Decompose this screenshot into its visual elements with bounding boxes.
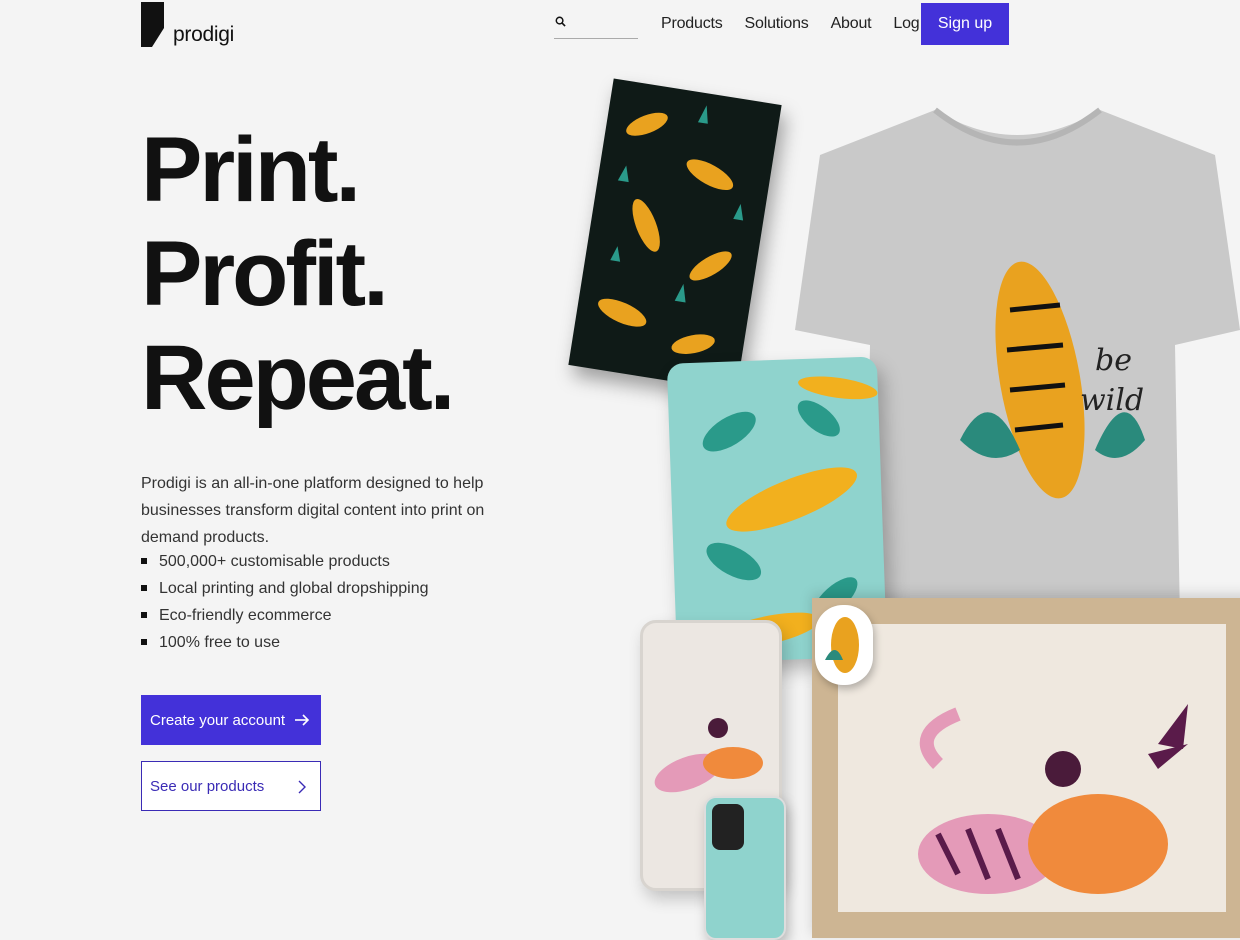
feature-item: 500,000+ customisable products [141, 548, 429, 575]
camera-module [712, 804, 744, 850]
hero-intro: Prodigi is an all-in-one platform design… [141, 475, 485, 546]
hero-headline: Print. Profit. Repeat. [141, 118, 455, 430]
feature-item: 100% free to use [141, 629, 429, 656]
headline-line: Print. [141, 119, 361, 221]
signup-button[interactable]: Sign up [921, 3, 1009, 45]
nav-about[interactable]: About [831, 14, 872, 34]
logo-mark-icon [141, 2, 164, 47]
search-icon [555, 16, 566, 27]
arrow-right-icon [295, 714, 310, 726]
chevron-right-icon [298, 780, 306, 794]
main-nav: Products Solutions About Log in [661, 14, 958, 34]
nav-solutions[interactable]: Solutions [745, 14, 809, 34]
brand-logo[interactable]: prodigi [141, 2, 234, 47]
create-account-button[interactable]: Create your account [141, 695, 321, 745]
tiger-sticker-image [815, 605, 873, 685]
svg-text:wild: wild [1080, 383, 1144, 418]
logo-wordmark: prodigi [173, 23, 234, 46]
search-input[interactable] [572, 10, 636, 36]
feature-item: Eco-friendly ecommerce [141, 602, 429, 629]
phone-case-teal-image [704, 796, 786, 940]
see-products-button[interactable]: See our products [141, 761, 321, 811]
framed-print-art [918, 704, 1188, 894]
product-collage: be wild [560, 60, 1240, 940]
tiger-poster-image [568, 78, 782, 392]
feature-item: Local printing and global dropshipping [141, 575, 429, 602]
svg-text:be: be [1095, 343, 1132, 378]
poster-pattern [598, 105, 744, 354]
sticker-art [825, 617, 859, 673]
headline-line: Profit. [141, 223, 389, 325]
headline-line: Repeat. [141, 327, 455, 429]
see-products-label: See our products [150, 777, 265, 795]
feature-list: 500,000+ customisable products Local pri… [141, 548, 429, 656]
create-account-label: Create your account [150, 711, 286, 729]
nav-products[interactable]: Products [661, 14, 723, 34]
framed-print-image [812, 598, 1240, 938]
search-box[interactable] [554, 10, 638, 39]
